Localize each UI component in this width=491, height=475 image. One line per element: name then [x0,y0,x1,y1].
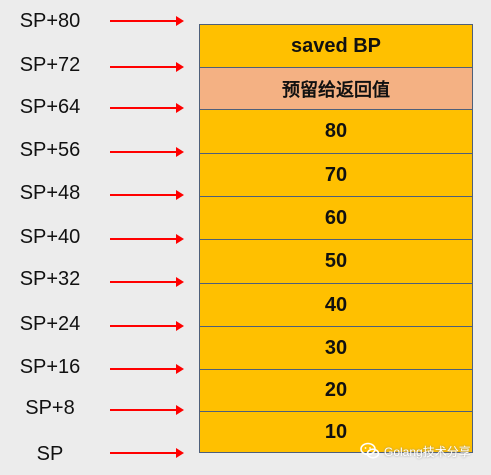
sp-label-spplus32: SP+32 [19,268,81,290]
pointer-arrow [110,146,185,158]
stack-cell-text: 50 [324,250,348,272]
pointer-arrow [110,102,185,114]
pointer-arrow [110,276,185,288]
sp-label-spplus56: SP+56 [19,139,81,161]
stack-cell-text: 40 [324,293,348,316]
sp-label-spplus80: SP+80 [19,10,81,32]
stack-cell: 80 [199,109,473,154]
sp-label-spplus24: SP+24 [19,313,81,335]
sp-label-spplus64: SP+64 [19,96,81,118]
stack-cell-text: 70 [324,163,348,186]
wechat-icon [360,442,380,459]
pointer-arrow [110,363,185,375]
sp-label-sp: SP [36,443,64,465]
stack-cell: saved BP [199,24,473,68]
pointer-arrow [110,189,185,201]
stack-diagram: SP+80 SP+72 SP+64 SP+56 SP+48 SP+40 SP+32 SP+24… [0,0,491,475]
pointer-arrow [110,233,185,245]
sp-label-spplus16: SP+16 [19,356,81,378]
stack-cell-text: 20 [324,379,348,401]
sp-label-spplus8: SP+8 [25,397,75,419]
pointer-arrow [110,15,185,27]
pointer-arrow [110,404,185,416]
sp-label-spplus48: SP+48 [19,182,81,204]
watermark-text: Golang技术分享 [384,444,471,459]
sp-label-spplus72: SP+72 [19,54,81,76]
pointer-arrow [110,61,185,73]
stack-cell-return-value: 预留给返回值 [199,67,473,110]
stack-cell: 70 [199,153,473,197]
stack-cell-text: 80 [324,120,348,142]
stack-cell: 60 [199,196,473,240]
sp-label-spplus40: SP+40 [19,226,81,248]
watermark: Golang技术分享 [360,442,471,460]
stack-cell: 40 [199,283,473,327]
pointer-arrow [110,447,185,459]
stack-cell: 20 [199,369,473,412]
stack-cell-text: 60 [324,206,348,229]
stack-cell: 30 [199,326,473,370]
stack-cell-text: 30 [324,336,348,359]
stack-cell-text: saved BP [290,34,382,57]
pointer-arrow [110,320,185,332]
stack-cell-text: 10 [324,420,348,443]
stack-cell: 50 [199,239,473,284]
stack-cell-text: 预留给返回值 [282,79,390,100]
